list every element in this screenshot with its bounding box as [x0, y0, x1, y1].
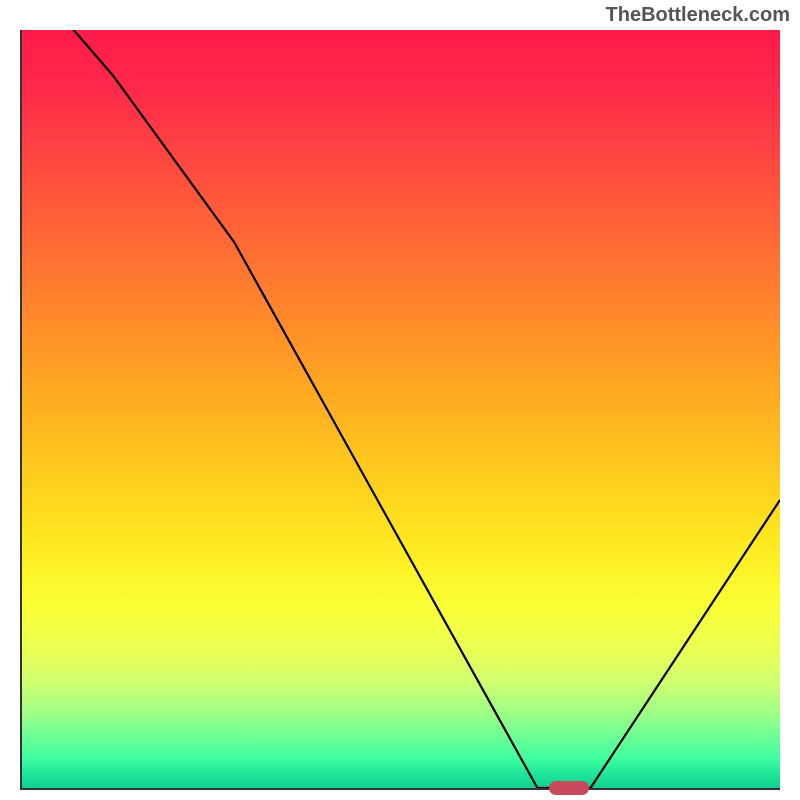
- optimum-marker: [549, 781, 589, 795]
- curve-path: [22, 30, 780, 788]
- bottleneck-curve: [22, 30, 780, 788]
- plot-area: [20, 30, 780, 790]
- attribution-text: TheBottleneck.com: [606, 4, 790, 27]
